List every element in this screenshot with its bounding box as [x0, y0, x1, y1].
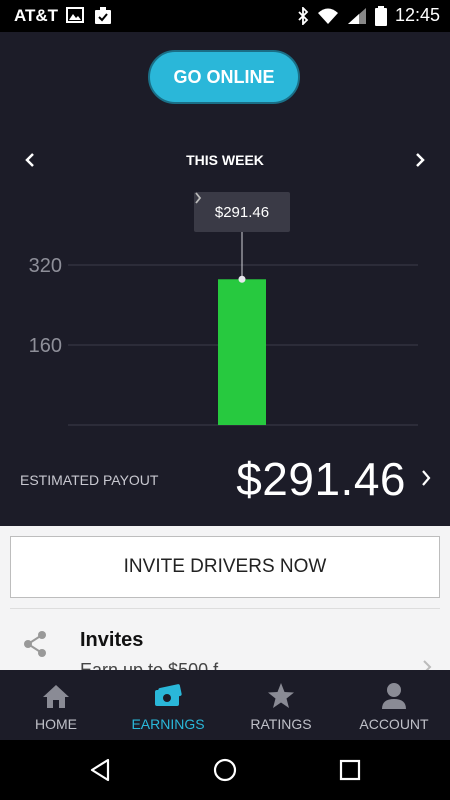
- bar-point-marker: [238, 275, 246, 283]
- tab-earnings-label: EARNINGS: [131, 716, 205, 732]
- back-icon: [90, 758, 110, 782]
- recents-icon: [339, 759, 361, 781]
- system-nav-bar: [0, 740, 450, 800]
- chevron-right-icon: [422, 470, 431, 486]
- screen: AT&T 12:45 GO ONLINE THIS WEEK 320160MTU…: [0, 0, 450, 800]
- wifi-icon: [317, 8, 338, 24]
- star-icon: [268, 683, 294, 708]
- tab-account-label: ACCOUNT: [359, 716, 429, 732]
- carrier-label: AT&T: [14, 6, 59, 25]
- clock: 12:45: [394, 5, 440, 25]
- tab-account[interactable]: ACCOUNT: [338, 670, 450, 740]
- week-title: THIS WEEK: [186, 152, 264, 168]
- tab-home-label: HOME: [35, 716, 77, 732]
- weekly-earnings-chart: 320160MTUWTHFSASU $291.46: [0, 182, 450, 432]
- tab-ratings-label: RATINGS: [250, 716, 312, 732]
- tab-earnings[interactable]: EARNINGS: [112, 670, 224, 740]
- status-bar: AT&T 12:45: [0, 0, 450, 32]
- y-tick-label: 160: [29, 335, 62, 357]
- account-icon: [382, 683, 406, 709]
- status-right: 12:45: [297, 5, 440, 26]
- earnings-tooltip[interactable]: $291.46: [194, 192, 290, 232]
- share-icon: [24, 631, 46, 657]
- next-week-button[interactable]: [408, 148, 432, 172]
- chevron-right-icon: [416, 153, 425, 167]
- go-online-button[interactable]: GO ONLINE: [148, 50, 300, 104]
- payout-label: ESTIMATED PAYOUT: [20, 472, 159, 488]
- back-button[interactable]: [86, 756, 114, 784]
- home-icon: [43, 685, 69, 708]
- payout-value: $291.46: [236, 453, 406, 505]
- tab-home[interactable]: HOME: [0, 670, 112, 740]
- invite-drivers-button[interactable]: INVITE DRIVERS NOW: [10, 536, 440, 598]
- tab-ratings[interactable]: RATINGS: [225, 670, 337, 740]
- y-tick-label: 320: [29, 255, 62, 277]
- bar-th: [218, 279, 266, 425]
- bottom-tab-bar: HOME EARNINGS RATINGS ACCOUNT: [0, 670, 450, 740]
- home-circle-icon: [213, 758, 237, 782]
- invite-section: INVITE DRIVERS NOW Invites Earn up to $5…: [0, 526, 450, 680]
- chevron-right-icon: [195, 192, 202, 204]
- notification-icons: [66, 7, 112, 25]
- image-icon: [66, 7, 84, 23]
- recents-button[interactable]: [336, 756, 364, 784]
- invites-title[interactable]: Invites: [80, 629, 143, 652]
- earnings-icon: [155, 684, 182, 706]
- signal-icon: [347, 7, 366, 24]
- earnings-panel: GO ONLINE THIS WEEK 320160MTUWTHFSASU $2…: [0, 32, 450, 526]
- estimated-payout-row[interactable]: ESTIMATED PAYOUT $291.46: [0, 450, 450, 510]
- battery-icon: [374, 5, 387, 26]
- week-navigator: THIS WEEK: [0, 144, 450, 176]
- home-nav-button[interactable]: [211, 756, 239, 784]
- task-icon: [95, 7, 111, 24]
- tooltip-amount: $291.46: [214, 203, 270, 221]
- bluetooth-icon: [298, 6, 309, 25]
- divider: [10, 608, 440, 609]
